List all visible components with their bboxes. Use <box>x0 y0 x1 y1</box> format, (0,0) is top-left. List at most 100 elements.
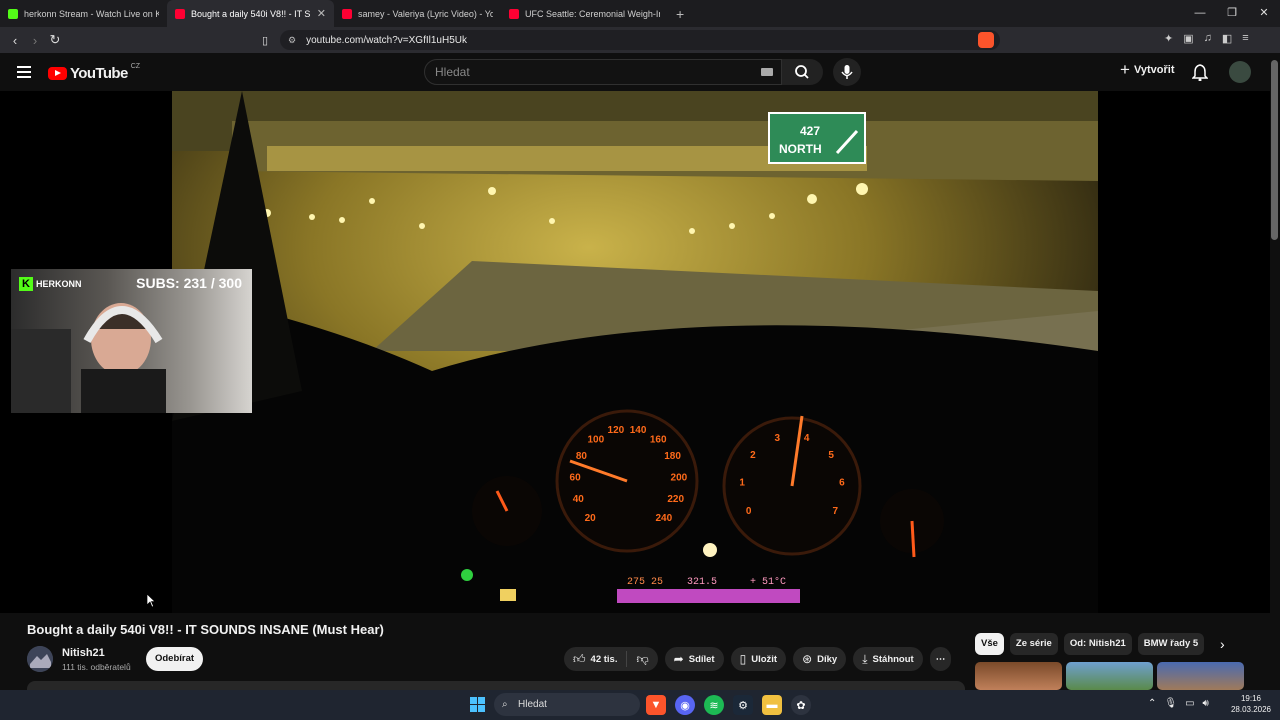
related-thumbnail[interactable] <box>975 662 1062 690</box>
taskbar-search[interactable]: ⌕ Hledat <box>494 693 640 716</box>
youtube-logo[interactable]: YouTube CZ <box>48 63 140 82</box>
taskbar-pinned-apps: ▼ ◉ ≋ ⚙ ▬ ✿ <box>646 695 811 715</box>
discord-icon[interactable]: ◉ <box>675 695 695 715</box>
minimize-button[interactable]: — <box>1184 0 1216 27</box>
share-label: Sdílet <box>688 653 715 665</box>
tray-microphone-icon[interactable]: 🎙︎ <box>1164 698 1177 709</box>
search-icon: ⌕ <box>502 699 508 710</box>
speedometer-tick-label: 240 <box>655 513 672 524</box>
thanks-dollar-icon: ⊛ <box>802 652 813 666</box>
save-button[interactable]: ▯ Uložit <box>730 647 787 671</box>
tab-label: samey - Valeriya (Lyric Video) - YouTu <box>358 8 493 19</box>
maximize-button[interactable]: ❐ <box>1216 0 1248 27</box>
thanks-button[interactable]: ⊛ Díky <box>793 647 847 671</box>
create-button[interactable]: + Vytvořit <box>1120 61 1175 78</box>
create-label: Vytvořit <box>1133 64 1175 76</box>
tachometer-tick-label: 3 <box>775 433 781 444</box>
channel-subscriber-count: 111 tis. odběratelů <box>62 662 131 672</box>
music-icon[interactable]: ♫ <box>1204 32 1212 45</box>
channel-avatar-image <box>27 646 53 672</box>
network-icon[interactable]: ▭ <box>1185 698 1194 709</box>
bookmark-save-icon: ▯ <box>739 652 747 666</box>
youtube-play-icon <box>48 67 67 80</box>
page-scrollbar-thumb[interactable] <box>1271 60 1278 240</box>
channel-name[interactable]: Nitish21 <box>62 647 105 659</box>
more-actions-button[interactable]: ⋯ <box>929 647 952 671</box>
subscribe-button[interactable]: Odebírat <box>146 647 203 671</box>
chatgpt-icon[interactable]: ✿ <box>791 695 811 715</box>
related-thumbnail[interactable] <box>1157 662 1244 690</box>
new-tab-button[interactable]: + <box>668 6 692 22</box>
speedometer-tick-label: 100 <box>587 434 604 445</box>
like-button[interactable]: 👍︎ 42 tis. <box>564 647 626 671</box>
kick-channel-badge: K HERKONN <box>19 277 82 291</box>
tachometer-tick-label: 5 <box>828 450 834 461</box>
chips-next-arrow-icon[interactable]: › <box>1220 636 1225 652</box>
account-avatar[interactable] <box>1229 61 1251 83</box>
speedometer-tick-label: 140 <box>630 425 647 436</box>
tachometer-tick-label: 0 <box>746 506 752 517</box>
start-button-windows-icon[interactable] <box>470 697 485 712</box>
speedometer-tick-label: 180 <box>664 451 681 462</box>
night-drive-scene: 427 NORTH 20406080100120 1401601802002202… <box>172 91 1098 613</box>
forward-icon[interactable]: › <box>25 33 45 48</box>
tab-youtube-lyric[interactable]: samey - Valeriya (Lyric Video) - YouTu <box>334 0 501 27</box>
trip-meter: 321.5 <box>687 577 717 588</box>
kick-logo-icon: K <box>19 277 33 291</box>
temperature-readout: + 51°C <box>750 576 786 588</box>
save-label: Uložit <box>751 653 778 665</box>
file-explorer-icon[interactable]: ▬ <box>762 695 782 715</box>
notifications-bell-icon[interactable] <box>1192 63 1208 81</box>
windows-taskbar: ⌕ Hledat ▼ ◉ ≋ ⚙ ▬ ✿ ⌃ 🎙︎ ▭ 🔊︎ 19:16 28.… <box>0 690 1280 720</box>
video-title: Bought a daily 540i V8!! - IT SOUNDS INS… <box>27 622 384 637</box>
chip-all[interactable]: Vše <box>975 633 1004 655</box>
kick-favicon-icon <box>8 8 18 19</box>
download-button[interactable]: ⤓ Stáhnout <box>853 647 923 671</box>
menu-icon[interactable]: ≡ <box>1242 32 1248 45</box>
chip-bmw-5-series[interactable]: BMW řady 5 <box>1137 633 1205 655</box>
steam-icon[interactable]: ⚙ <box>733 695 753 715</box>
bookmark-icon[interactable]: ▯ <box>255 34 275 47</box>
url-field[interactable]: ⚙ youtube.com/watch?v=XGfIl1uH5Uk <box>280 30 1000 50</box>
odometer: 275 25 <box>627 577 663 588</box>
video-player[interactable]: 427 NORTH 20 40 60 80 100 120 140 160 180 200 220 2… <box>0 91 1270 613</box>
voice-search-button[interactable] <box>833 58 861 86</box>
tab-kick[interactable]: herkonn Stream - Watch Live on Kick <box>0 0 167 27</box>
streamer-webcam-overlay: K HERKONN SUBS: 231 / 300 <box>11 269 252 413</box>
tab-youtube-active[interactable]: Bought a daily 540i V8!! - IT S ✕ <box>167 0 334 27</box>
tachometer-tick-label: 2 <box>750 450 756 461</box>
search-button[interactable] <box>782 59 823 85</box>
close-tab-icon[interactable]: ✕ <box>317 7 326 20</box>
window-controls: — ❐ ✕ <box>1184 0 1280 27</box>
address-toolbar: ‹ › ↻ ▯ ⚙ youtube.com/watch?v=XGfIl1uH5U… <box>0 27 1280 53</box>
share-button[interactable]: ➦ Sdílet <box>664 647 724 671</box>
extensions-icon[interactable]: ✦ <box>1164 32 1173 45</box>
volume-icon[interactable]: 🔊︎ <box>1203 698 1209 709</box>
chip-from-series[interactable]: Ze série <box>1009 633 1058 655</box>
dislike-button[interactable]: 👎︎ <box>627 647 657 671</box>
thumbs-up-icon: 👍︎ <box>573 651 586 666</box>
spotify-icon[interactable]: ≋ <box>704 695 724 715</box>
keyboard-icon[interactable] <box>761 68 773 76</box>
channel-avatar[interactable] <box>27 646 53 672</box>
thumbs-down-icon: 👎︎ <box>636 651 649 666</box>
close-window-button[interactable]: ✕ <box>1248 0 1280 27</box>
brave-browser-icon[interactable]: ▼ <box>646 695 666 715</box>
related-thumbnail[interactable] <box>1066 662 1153 690</box>
reload-icon[interactable]: ↻ <box>45 32 65 48</box>
wallet-icon[interactable]: ▣ <box>1183 32 1193 45</box>
tab-youtube-ufc[interactable]: UFC Seattle: Ceremonial Weigh-In - Y <box>501 0 668 27</box>
tachometer-tick-label: 4 <box>804 433 810 444</box>
chip-from-channel[interactable]: Od: Nitish21 <box>1063 633 1132 655</box>
site-info-icon[interactable]: ⚙ <box>288 35 296 46</box>
description-box[interactable] <box>27 681 965 690</box>
search-input[interactable]: Hledat <box>424 59 782 85</box>
tachometer-tick-label: 6 <box>839 477 845 488</box>
brave-shield-icon[interactable] <box>978 32 994 48</box>
hamburger-menu-icon[interactable] <box>17 66 31 78</box>
back-icon[interactable]: ‹ <box>5 33 25 48</box>
video-frame: 427 NORTH 20 40 60 80 100 120 140 160 180 200 220 2… <box>172 91 1098 613</box>
tray-overflow-chevron-icon[interactable]: ⌃ <box>1148 698 1156 709</box>
sidebar-icon[interactable]: ◧ <box>1222 32 1232 45</box>
system-clock[interactable]: 19:16 28.03.2026 <box>1226 693 1276 715</box>
